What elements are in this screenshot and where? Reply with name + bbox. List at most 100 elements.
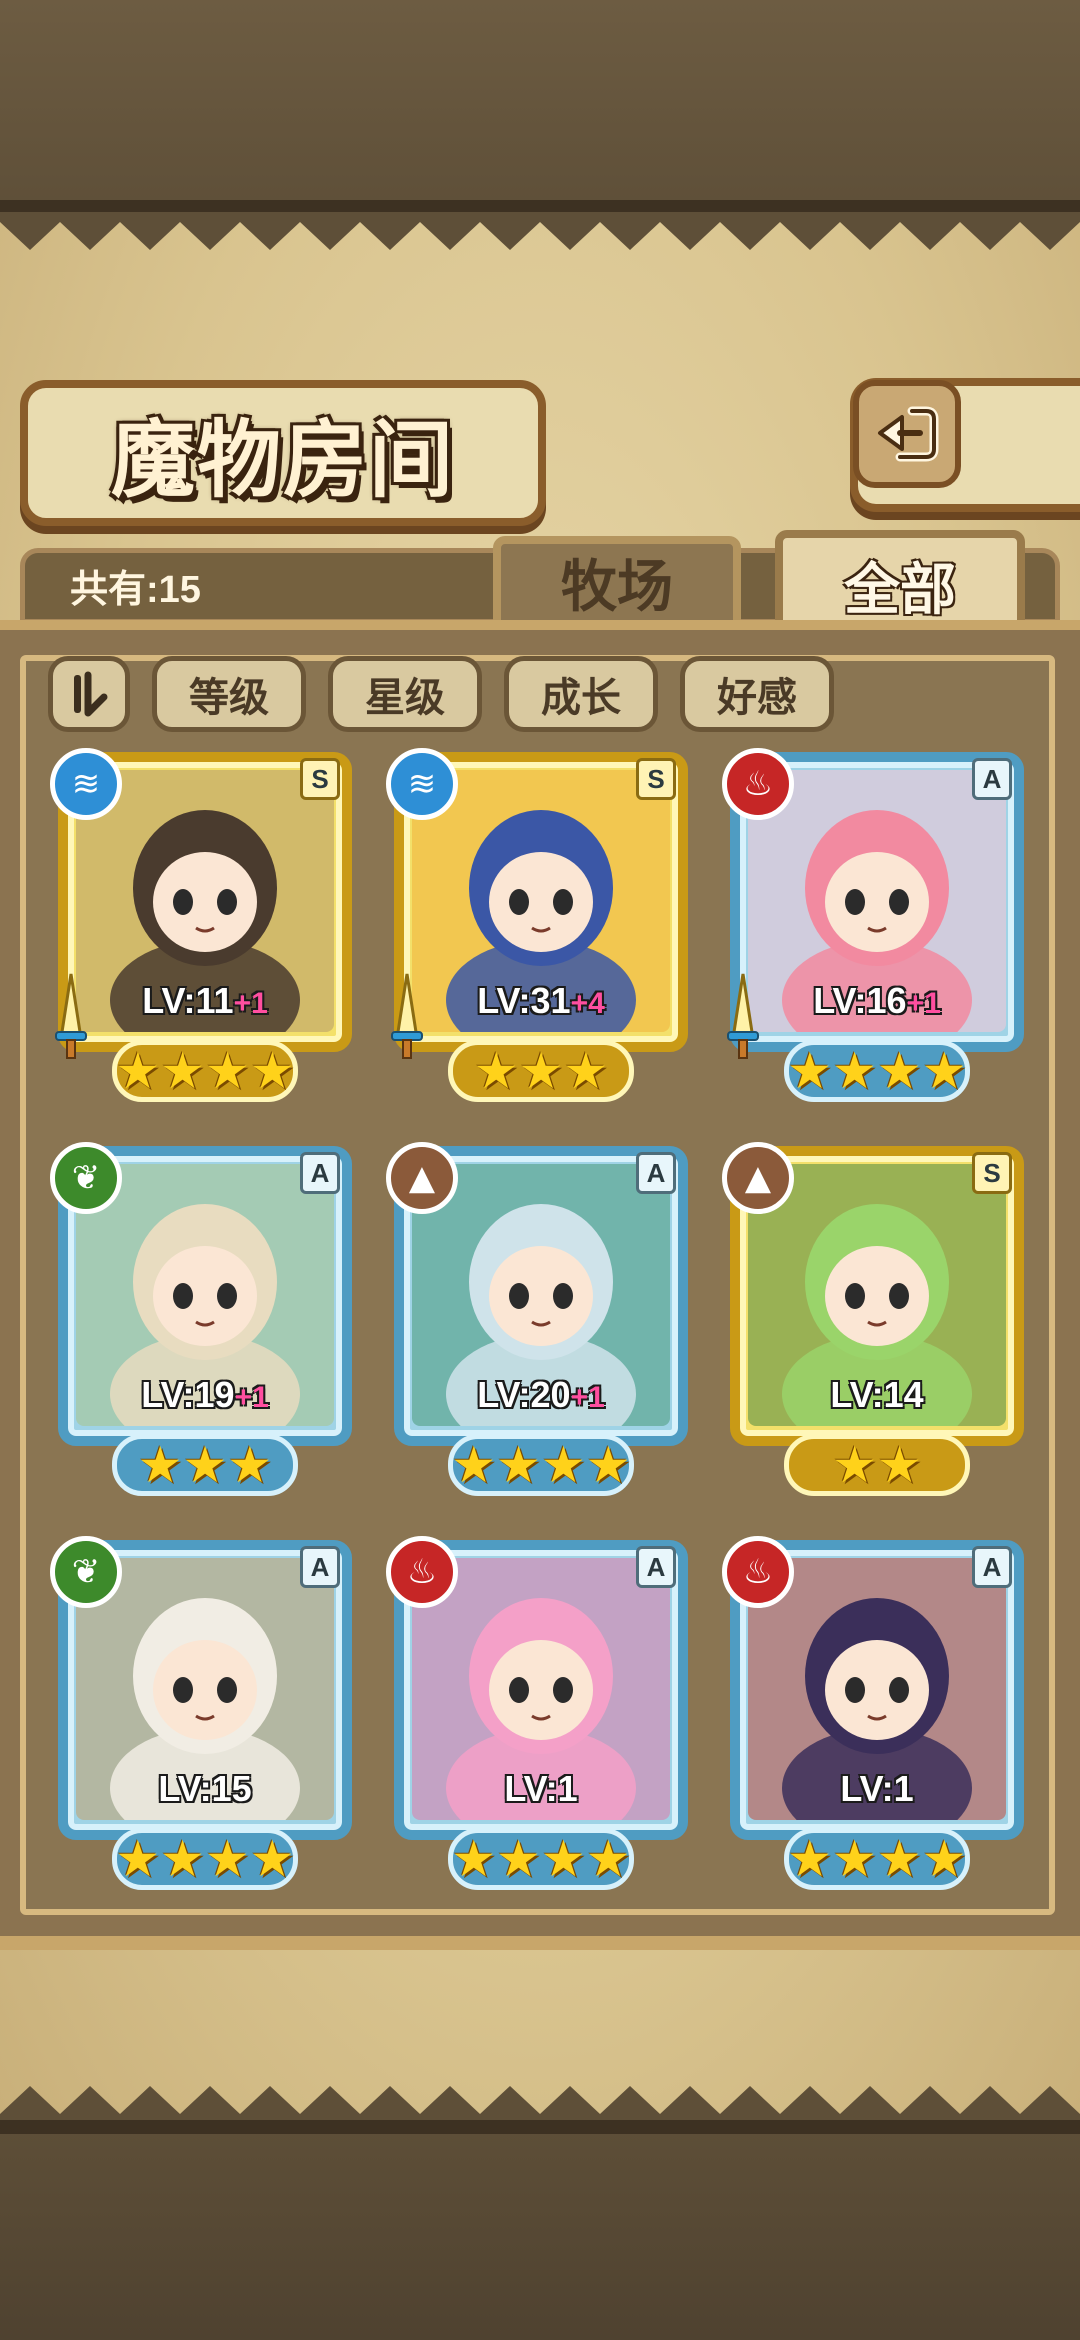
rank-badge: A <box>972 1546 1012 1588</box>
monster-card[interactable]: ♨ A LV:1 ★ ★ ★ ★ <box>722 1536 1032 1895</box>
rank-badge: A <box>300 1152 340 1194</box>
level-bonus: +1 <box>570 1381 605 1414</box>
star-icon: ★ <box>496 1436 541 1494</box>
filter-growth-button[interactable]: 成长 <box>504 656 658 732</box>
star-icon: ★ <box>877 1830 922 1888</box>
monster-card[interactable]: ❦ A LV:19+1 ★ ★ ★ <box>50 1142 360 1501</box>
top-zigzag-border <box>0 212 1080 250</box>
star-icon: ★ <box>496 1830 541 1888</box>
star-icon: ★ <box>115 1042 161 1100</box>
star-icon: ★ <box>832 1042 877 1100</box>
rank-badge: A <box>636 1152 676 1194</box>
tab-farm[interactable]: 牧场 <box>493 536 741 628</box>
monster-card[interactable]: ▲ A LV:20+1 ★ ★ ★ ★ <box>386 1142 696 1501</box>
level-value: LV:19 <box>141 1374 235 1415</box>
star-icon: ★ <box>832 1830 877 1888</box>
return-arrow-icon <box>878 406 939 462</box>
level-value: LV:31 <box>477 980 571 1021</box>
star-rating: ★ ★ ★ ★ <box>448 1828 634 1890</box>
star-icon: ★ <box>182 1436 228 1494</box>
top-map-background <box>0 0 1080 215</box>
filter-affection-button[interactable]: 好感 <box>680 656 834 732</box>
star-rating: ★ ★ ★ ★ <box>784 1040 970 1102</box>
star-icon: ★ <box>921 1042 967 1100</box>
star-icon: ★ <box>787 1830 833 1888</box>
level-bonus: +1 <box>906 987 941 1020</box>
rank-badge: A <box>300 1546 340 1588</box>
water-element-icon: ≋ <box>386 748 458 820</box>
monster-card[interactable]: ♨ A LV:16+1 ★ ★ ★ ★ <box>722 748 1032 1107</box>
filter-star-button[interactable]: 星级 <box>328 656 482 732</box>
star-icon: ★ <box>585 1436 631 1494</box>
water-element-icon: ≋ <box>50 748 122 820</box>
level-value: LV:20 <box>477 1374 571 1415</box>
star-icon: ★ <box>451 1830 497 1888</box>
fire-element-icon: ♨ <box>722 1536 794 1608</box>
monster-level: LV:15 <box>50 1768 360 1810</box>
level-value: LV:16 <box>813 980 907 1021</box>
star-icon: ★ <box>205 1830 250 1888</box>
monster-level: LV:31+4 <box>386 980 696 1022</box>
star-icon: ★ <box>249 1042 295 1100</box>
bottom-zigzag-border <box>0 2086 1080 2124</box>
star-icon: ★ <box>787 1042 833 1100</box>
star-icon: ★ <box>541 1830 586 1888</box>
star-icon: ★ <box>877 1042 922 1100</box>
level-value: LV:15 <box>158 1768 252 1809</box>
fire-element-icon: ♨ <box>386 1536 458 1608</box>
star-icon: ★ <box>227 1436 273 1494</box>
monster-card[interactable]: ♨ A LV:1 ★ ★ ★ ★ <box>386 1536 696 1895</box>
star-icon: ★ <box>249 1830 295 1888</box>
star-rating: ★ ★ ★ ★ <box>784 1828 970 1890</box>
star-icon: ★ <box>115 1830 161 1888</box>
fire-element-icon: ♨ <box>722 748 794 820</box>
rank-badge: S <box>972 1152 1012 1194</box>
monster-level: LV:14 <box>722 1374 1032 1416</box>
star-rating: ★ ★ ★ <box>448 1040 634 1102</box>
sort-order-icon <box>74 671 108 717</box>
star-icon: ★ <box>160 1042 205 1100</box>
monster-level: LV:20+1 <box>386 1374 696 1416</box>
rank-badge: S <box>636 758 676 800</box>
star-icon: ★ <box>877 1436 922 1494</box>
star-icon: ★ <box>921 1830 967 1888</box>
monster-count: 共有:15 <box>70 569 201 611</box>
filter-level-button[interactable]: 等级 <box>152 656 306 732</box>
level-value: LV:1 <box>504 1768 578 1809</box>
page-title: 魔物房间 <box>110 409 455 509</box>
level-value: LV:1 <box>840 1768 914 1809</box>
earth-element-icon: ▲ <box>386 1142 458 1214</box>
monster-card[interactable]: ≋ S LV:11+1 ★ ★ ★ ★ <box>50 748 360 1107</box>
monster-level: LV:16+1 <box>722 980 1032 1022</box>
star-rating: ★ ★ ★ ★ <box>112 1828 298 1890</box>
monster-card[interactable]: ❦ A LV:15 ★ ★ ★ ★ <box>50 1536 360 1895</box>
rank-badge: S <box>300 758 340 800</box>
title-plate: 魔物房间 <box>20 380 546 526</box>
level-bonus: +1 <box>233 987 268 1020</box>
level-bonus: +1 <box>234 1381 269 1414</box>
star-icon: ★ <box>518 1042 564 1100</box>
bottom-divider <box>0 2120 1080 2134</box>
rank-badge: A <box>972 758 1012 800</box>
star-icon: ★ <box>585 1830 631 1888</box>
rank-badge: A <box>636 1546 676 1588</box>
star-icon: ★ <box>541 1436 586 1494</box>
level-value: LV:14 <box>830 1374 924 1415</box>
star-icon: ★ <box>205 1042 250 1100</box>
bottom-map-background <box>0 2120 1080 2340</box>
sort-order-button[interactable] <box>48 656 130 732</box>
star-icon: ★ <box>473 1042 519 1100</box>
back-button[interactable] <box>853 380 961 488</box>
monster-level: LV:1 <box>722 1768 1032 1810</box>
star-rating: ★ ★ <box>784 1434 970 1496</box>
monster-level: LV:11+1 <box>50 980 360 1022</box>
monster-card[interactable]: ≋ S LV:31+4 ★ ★ ★ <box>386 748 696 1107</box>
monster-card[interactable]: ▲ S LV:14 ★ ★ <box>722 1142 1032 1501</box>
level-value: LV:11 <box>142 980 234 1021</box>
star-icon: ★ <box>563 1042 609 1100</box>
star-icon: ★ <box>137 1436 183 1494</box>
star-rating: ★ ★ ★ ★ <box>448 1434 634 1496</box>
wood-element-icon: ❦ <box>50 1142 122 1214</box>
star-icon: ★ <box>160 1830 205 1888</box>
star-icon: ★ <box>451 1436 497 1494</box>
